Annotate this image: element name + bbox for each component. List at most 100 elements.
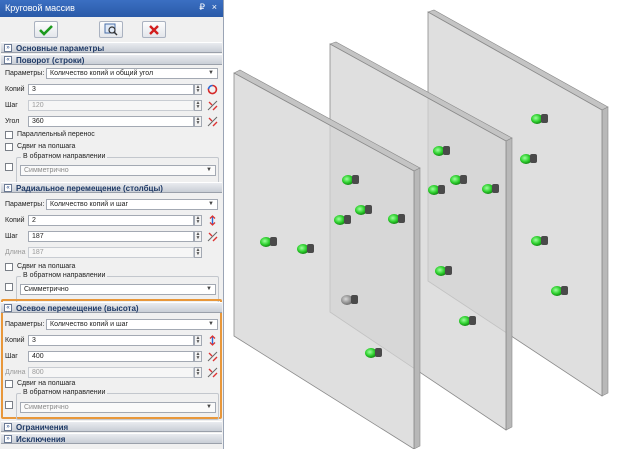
rotation-reverse-select[interactable]: Симметрично ▼ xyxy=(20,165,216,176)
chevron-down-icon: ▼ xyxy=(206,404,212,410)
axial-halfstep-checkbox[interactable] xyxy=(5,380,13,388)
radial-copies-input[interactable]: 2 xyxy=(28,215,194,226)
section-exceptions-label: Исключения xyxy=(16,435,66,444)
expand-chevron-icon: » xyxy=(4,44,12,52)
axial-copies-input[interactable]: 3 xyxy=(28,335,194,346)
measure-icon[interactable] xyxy=(206,367,218,378)
panel-title: Круговой массив xyxy=(5,3,75,13)
close-icon[interactable]: × xyxy=(212,2,217,12)
axial-reverse-value: Симметрично xyxy=(24,404,69,411)
section-constraints[interactable]: » Ограничения xyxy=(1,421,222,432)
pin[interactable] xyxy=(334,215,351,225)
pin[interactable] xyxy=(520,154,537,164)
axial-halfstep-label: Сдвиг на полшага xyxy=(17,380,76,387)
checkmark-icon xyxy=(39,24,53,36)
rotation-step-input[interactable]: 120 xyxy=(28,100,194,111)
section-axial-label: Осевое перемещение (высота) xyxy=(16,304,139,313)
axial-step-input[interactable]: 400 xyxy=(28,351,194,362)
pin[interactable] xyxy=(531,236,548,246)
radial-reverse-select[interactable]: Симметрично ▼ xyxy=(20,284,216,295)
parallel-transfer-label: Параллельный перенос xyxy=(17,131,95,138)
rotation-halfstep-label: Сдвиг на полшага xyxy=(17,143,76,150)
chevron-down-icon: ▼ xyxy=(208,201,214,207)
pin[interactable] xyxy=(388,214,405,224)
section-radial-label: Радиальное перемещение (столбцы) xyxy=(16,184,163,193)
cancel-button[interactable] xyxy=(142,21,166,38)
axial-direction-icon[interactable] xyxy=(206,335,218,346)
section-rotation[interactable]: « Поворот (строки) xyxy=(1,54,222,65)
preview-icon xyxy=(104,23,118,36)
rotation-direction-icon[interactable] xyxy=(206,84,218,95)
axial-step-spinner[interactable]: ▲ ▼ xyxy=(194,351,202,362)
axial-copies-label: Копий xyxy=(5,337,25,344)
radial-length-input[interactable]: 187 xyxy=(28,247,194,258)
pin[interactable] xyxy=(297,244,314,254)
section-axial[interactable]: « Осевое перемещение (высота) xyxy=(1,302,222,313)
circular-array-panel: Круговой массив ₽ × » Основные параметры… xyxy=(0,0,224,449)
radial-params-select[interactable]: Количество копий и шаг ▼ xyxy=(46,199,218,210)
collapse-chevron-icon: « xyxy=(4,304,12,312)
radial-halfstep-label: Сдвиг на полшага xyxy=(17,263,76,270)
section-main-params-label: Основные параметры xyxy=(16,44,105,53)
radial-length-spinner[interactable]: ▲ ▼ xyxy=(194,247,202,258)
axial-reverse-select[interactable]: Симметрично ▼ xyxy=(20,402,216,413)
rotation-reverse-checkbox[interactable] xyxy=(5,163,13,171)
pin[interactable] xyxy=(435,266,452,276)
model-viewport[interactable] xyxy=(225,0,620,449)
rotation-angle-label: Угол xyxy=(5,118,20,125)
section-exceptions[interactable]: » Исключения xyxy=(1,433,222,444)
rotation-copies-input[interactable]: 3 xyxy=(28,84,194,95)
pin[interactable] xyxy=(341,295,358,305)
radial-copies-spinner[interactable]: ▲ ▼ xyxy=(194,215,202,226)
pin[interactable] xyxy=(531,114,548,124)
measure-icon[interactable] xyxy=(206,100,218,111)
chevron-down-icon: ▼ xyxy=(206,167,212,173)
measure-icon[interactable] xyxy=(206,231,218,242)
radial-halfstep-checkbox[interactable] xyxy=(5,263,13,271)
rotation-reverse-value: Симметрично xyxy=(24,167,69,174)
radial-step-spinner[interactable]: ▲ ▼ xyxy=(194,231,202,242)
parallel-transfer-checkbox[interactable] xyxy=(5,131,13,139)
rotation-copies-spinner[interactable]: ▲ ▼ xyxy=(194,84,202,95)
radial-step-input[interactable]: 187 xyxy=(28,231,194,242)
radial-copies-label: Копий xyxy=(5,217,25,224)
pin[interactable] xyxy=(260,237,277,247)
axial-copies-spinner[interactable]: ▲ ▼ xyxy=(194,335,202,346)
pin[interactable] xyxy=(482,184,499,194)
panel-titlebar: Круговой массив ₽ × xyxy=(0,0,223,17)
axial-reverse-checkbox[interactable] xyxy=(5,401,13,409)
rotation-step-spinner[interactable]: ▲ ▼ xyxy=(194,100,202,111)
pin-icon[interactable]: ₽ xyxy=(199,2,205,13)
pin[interactable] xyxy=(433,146,450,156)
section-radial[interactable]: « Радиальное перемещение (столбцы) xyxy=(1,182,222,193)
radial-params-value: Количество копий и шаг xyxy=(50,201,129,208)
chevron-down-icon: ▼ xyxy=(208,321,214,327)
radial-reverse-checkbox[interactable] xyxy=(5,283,13,291)
pin[interactable] xyxy=(450,175,467,185)
measure-icon[interactable] xyxy=(206,116,218,127)
pin[interactable] xyxy=(342,175,359,185)
rotation-halfstep-checkbox[interactable] xyxy=(5,143,13,151)
section-main-params[interactable]: » Основные параметры xyxy=(1,42,222,53)
pin[interactable] xyxy=(365,348,382,358)
model-scene xyxy=(233,9,609,449)
pin[interactable] xyxy=(428,185,445,195)
radial-reverse-caption: В обратном направлении xyxy=(21,272,108,279)
radial-direction-icon[interactable] xyxy=(206,215,218,226)
cancel-icon xyxy=(149,24,159,35)
collapse-chevron-icon: « xyxy=(4,184,12,192)
pin[interactable] xyxy=(459,316,476,326)
pin[interactable] xyxy=(551,286,568,296)
rotation-angle-input[interactable]: 360 xyxy=(28,116,194,127)
measure-icon[interactable] xyxy=(206,351,218,362)
preview-button[interactable] xyxy=(99,21,123,38)
rotation-angle-spinner[interactable]: ▲ ▼ xyxy=(194,116,202,127)
rotation-params-select[interactable]: Количество копий и общий угол ▼ xyxy=(46,68,218,79)
axial-length-input[interactable]: 800 xyxy=(28,367,194,378)
pin[interactable] xyxy=(355,205,372,215)
axial-params-select[interactable]: Количество копий и шаг ▼ xyxy=(46,319,218,330)
ok-button[interactable] xyxy=(34,21,58,38)
section-rotation-label: Поворот (строки) xyxy=(16,56,85,65)
axial-length-spinner[interactable]: ▲ ▼ xyxy=(194,367,202,378)
rotation-params-value: Количество копий и общий угол xyxy=(50,70,154,77)
